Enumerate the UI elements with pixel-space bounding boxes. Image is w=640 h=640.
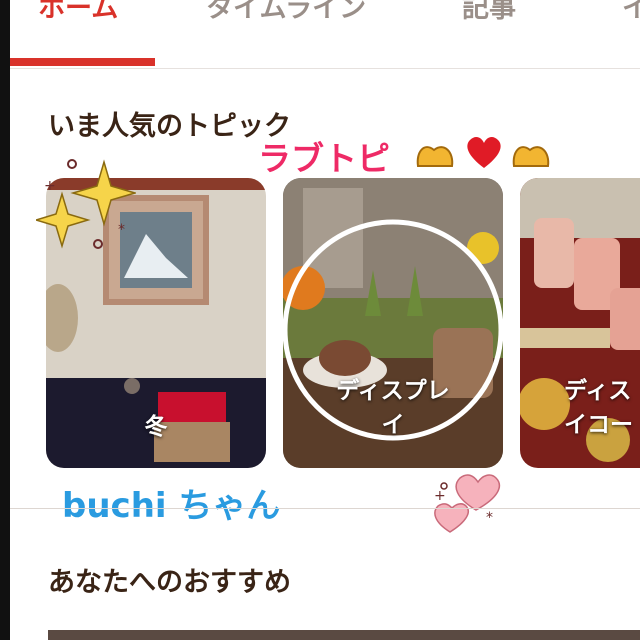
tab-bar: ホーム タイムライン 記事 イ [10, 0, 640, 69]
username-sticker-text: buchi ちゃん [62, 486, 281, 526]
pink-hearts-icon: + * [434, 474, 501, 533]
red-heart-icon [467, 136, 501, 168]
svg-text:*: * [118, 222, 125, 238]
screen-edge [0, 0, 10, 640]
card-display-label-line1: ディスプレ [336, 378, 450, 404]
card-display-label: ディスプレ イ [283, 374, 503, 442]
recommend-thumbnails-peek[interactable] [48, 630, 640, 640]
svg-text:+: + [44, 178, 56, 194]
card-interior-label: ディス イコー [564, 374, 640, 442]
tab-timeline[interactable]: タイムライン [206, 0, 366, 25]
card-display-label-line2: イ [381, 412, 405, 438]
heart-hands-icon-2 [512, 146, 550, 167]
heart-hands-icon [416, 146, 454, 167]
tab-home[interactable]: ホーム [38, 0, 118, 25]
svg-text:*: * [486, 510, 493, 526]
tab-articles[interactable]: 記事 [462, 0, 516, 25]
topic-card-display[interactable]: ディスプレ イ [283, 178, 503, 468]
card-interior-label-line2: イコー [564, 412, 633, 438]
section-divider [10, 508, 640, 509]
card-winter-label: 冬 [144, 414, 168, 440]
tab-events[interactable]: イ [622, 0, 640, 25]
svg-text:+: + [434, 488, 446, 504]
recommend-title: あなたへのおすすめ [48, 567, 291, 598]
active-tab-indicator [10, 58, 155, 66]
sparkles-icon: + * [36, 159, 136, 249]
trending-topics-title: いま人気のトピック [48, 111, 291, 142]
topic-card-display-interior[interactable]: ディス イコー [520, 178, 640, 468]
love-topic-sticker-text: ラブトピ [258, 139, 390, 178]
card-interior-label-line1: ディス [564, 378, 632, 404]
